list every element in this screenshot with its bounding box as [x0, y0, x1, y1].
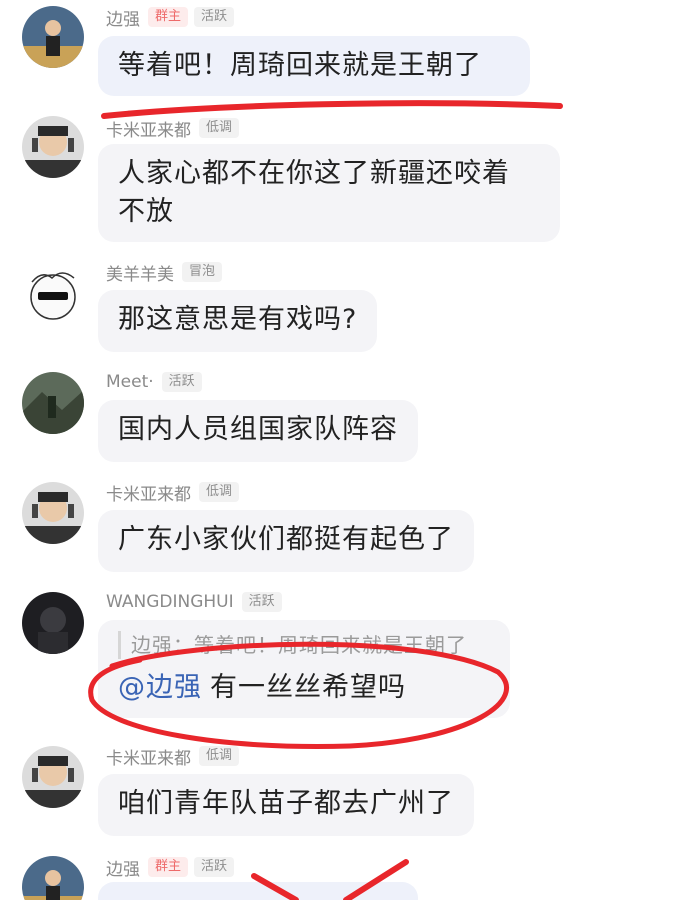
sender-name[interactable]: 边强 [106, 855, 140, 880]
sender-row: Meet· 活跃 [106, 370, 208, 394]
avatar[interactable] [22, 482, 84, 544]
avatar[interactable] [22, 592, 84, 654]
message-bubble[interactable]: 咱们青年队苗子都去广州了 [98, 774, 474, 836]
activity-badge: 活跃 [161, 372, 202, 392]
sender-row: 卡米亚来都 低调 [106, 116, 245, 141]
activity-badge: 低调 [199, 118, 240, 138]
message-bubble[interactable]: 国内人员组国家队阵容 [98, 400, 418, 462]
message-text-line: 不放 [118, 196, 174, 227]
message-bubble[interactable]: 那这意思是有戏吗? [98, 290, 378, 352]
message-text: 咱们青年队苗子都去广州了 [118, 788, 454, 819]
sender-row: 卡米亚来都 低调 [106, 480, 245, 505]
message-bubble[interactable]: 等着吧！周琦回来就是王朝了 [98, 36, 530, 96]
sender-name[interactable]: 卡米亚来都 [106, 116, 191, 141]
sender-row: 美羊羊美 冒泡 [106, 260, 228, 285]
sender-name[interactable]: Meet· [106, 372, 154, 392]
message-text: 国内人员组国家队阵容 [118, 414, 398, 445]
sender-name[interactable]: 边强 [106, 5, 140, 30]
avatar[interactable] [22, 264, 84, 326]
activity-badge: 低调 [199, 746, 240, 766]
message-bubble[interactable]: 人家心都不在你这了新疆还咬着 不放 [98, 144, 560, 242]
sender-name[interactable]: 卡米亚来都 [106, 480, 191, 505]
red-underline-mark [101, 100, 563, 119]
avatar[interactable] [22, 6, 84, 68]
message-text: 那这意思是有戏吗? [118, 304, 358, 335]
message-bubble[interactable]: 广东小家伙们都挺有起色了 [98, 510, 474, 572]
message-text-line: 人家心都不在你这了新疆还咬着 [118, 158, 510, 189]
role-badge: 群主 [148, 7, 189, 27]
activity-badge: 活跃 [241, 592, 282, 612]
message-text: 有一丝丝希望吗 [210, 672, 406, 703]
avatar[interactable] [22, 746, 84, 808]
sender-row: 边强 群主 活跃 [106, 5, 240, 30]
sender-name[interactable]: 卡米亚来都 [106, 744, 191, 769]
activity-badge: 活跃 [194, 7, 235, 27]
avatar[interactable] [22, 372, 84, 434]
sender-name[interactable]: 美羊羊美 [106, 260, 174, 285]
quoted-reply[interactable]: 边强：等着吧！周琦回来就是王朝了 [118, 631, 490, 659]
activity-badge: 低调 [199, 482, 240, 502]
activity-badge: 活跃 [194, 857, 235, 877]
message-bubble[interactable] [98, 882, 418, 900]
avatar[interactable] [22, 856, 84, 900]
sender-row: 边强 群主 活跃 [106, 855, 240, 880]
sender-row: 卡米亚来都 低调 [106, 744, 245, 769]
sender-name[interactable]: WANGDINGHUI [106, 592, 234, 612]
avatar[interactable] [22, 116, 84, 178]
sender-row: WANGDINGHUI 活跃 [106, 590, 288, 614]
activity-badge: 冒泡 [182, 262, 223, 282]
reply-content: @边强 有一丝丝希望吗 [118, 669, 490, 707]
message-text: 等着吧！周琦回来就是王朝了 [118, 50, 482, 81]
role-badge: 群主 [148, 857, 189, 877]
mention-link[interactable]: @边强 [118, 672, 202, 703]
message-bubble[interactable]: 边强：等着吧！周琦回来就是王朝了 @边强 有一丝丝希望吗 [98, 620, 510, 718]
message-text: 广东小家伙们都挺有起色了 [118, 524, 454, 555]
